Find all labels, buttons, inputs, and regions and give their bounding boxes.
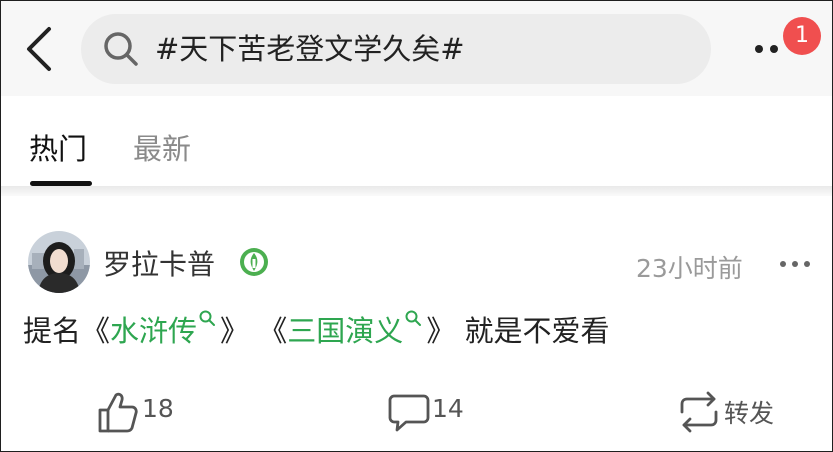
top-bar: #天下苦老登文学久矣# 1 (1, 1, 832, 96)
back-button[interactable] (21, 25, 61, 73)
verified-badge-icon (240, 248, 268, 276)
like-count: 18 (142, 394, 174, 423)
post-content: 提名《水浒传》 《三国演义》 就是不爱看 (23, 308, 610, 350)
post-more-button[interactable] (778, 256, 812, 270)
repost-label: 转发 (724, 399, 775, 428)
comment-bubble-icon (388, 394, 430, 432)
comment-button[interactable]: 14 (388, 388, 478, 436)
search-icon (405, 310, 422, 326)
tab-bar: 热门 最新 (1, 96, 832, 186)
tab-hot[interactable]: 热门 (29, 126, 87, 168)
divider (1, 186, 832, 196)
topic-link-text: 三国演义 (287, 314, 404, 348)
book-quote-close: 》 (220, 314, 250, 348)
repost-icon (680, 391, 718, 433)
search-icon (104, 32, 138, 66)
like-button[interactable]: 18 (96, 388, 186, 436)
book-quote-open: 《 (81, 314, 111, 348)
chevron-left-icon (27, 27, 51, 71)
author-name[interactable]: 罗拉卡普 (103, 243, 215, 283)
notification-badge: 1 (783, 17, 821, 55)
content-suffix: 就是不爱看 (464, 314, 610, 348)
book-quote-open: 《 (258, 314, 288, 348)
repost-button[interactable]: 转发 (676, 388, 786, 436)
avatar[interactable] (28, 231, 90, 293)
search-icon (199, 310, 216, 326)
avatar-image (28, 231, 90, 293)
topic-link-sanguo[interactable]: 三国演义 (287, 310, 426, 348)
content-prefix: 提名 (23, 314, 82, 348)
topic-link-text: 水浒传 (110, 314, 198, 348)
search-input[interactable]: #天下苦老登文学久矣# (81, 14, 711, 84)
book-quote-close: 》 (426, 314, 456, 348)
topic-link-shuihu[interactable]: 水浒传 (110, 310, 220, 348)
search-query-text: #天下苦老登文学久矣# (155, 32, 465, 66)
post-time: 23小时前 (636, 254, 743, 283)
thumb-up-icon (98, 392, 138, 433)
comment-count: 14 (432, 394, 464, 423)
more-dots-icon (780, 261, 810, 267)
tab-latest[interactable]: 最新 (133, 126, 191, 168)
